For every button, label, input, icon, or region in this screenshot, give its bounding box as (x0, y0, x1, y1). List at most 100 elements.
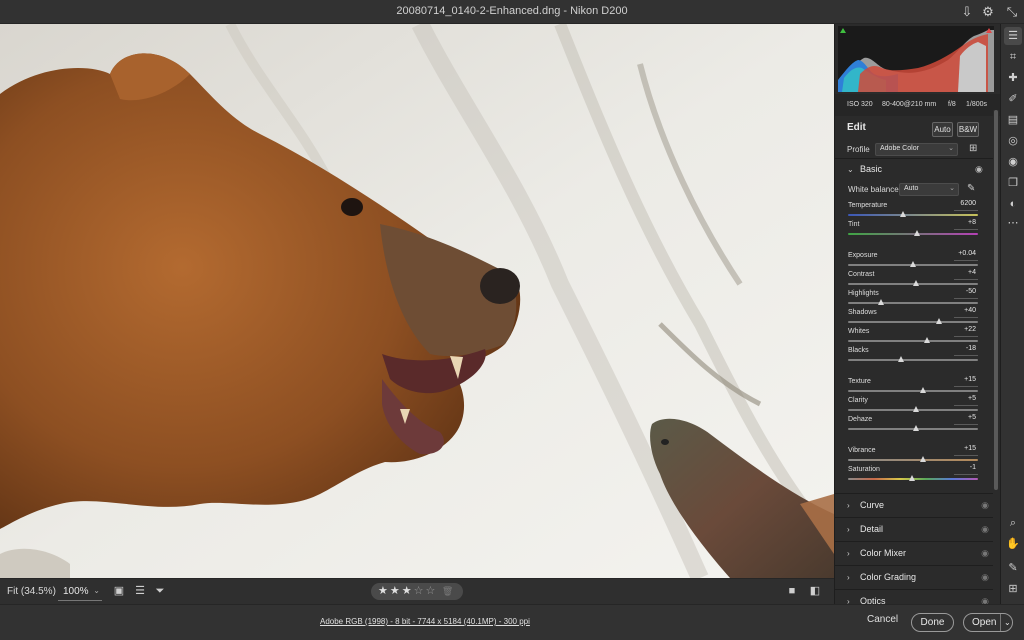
slider-thumb[interactable] (898, 356, 905, 362)
rating-stars[interactable]: ★★★☆☆ 🗑 (371, 583, 463, 600)
chevron-down-icon: ⌄ (949, 185, 955, 192)
exif-info: ISO 320 80-400@210 mm f/8 1/800s (835, 94, 1000, 116)
slider-thumb[interactable] (913, 406, 920, 412)
slider-value-input[interactable]: +5 (954, 395, 978, 406)
eyedropper-icon[interactable]: ✎ (967, 183, 975, 194)
snapshots-icon[interactable]: ❐ (1004, 174, 1022, 192)
slider-thumb[interactable] (913, 425, 920, 431)
brush-icon[interactable]: ✐ (1004, 90, 1022, 108)
star-icon[interactable]: ★ (390, 585, 402, 597)
hand-icon[interactable]: ✋ (1004, 535, 1022, 553)
slider-value-input[interactable]: +22 (954, 326, 978, 337)
auto-button[interactable]: Auto (932, 122, 953, 137)
filter-icon[interactable]: ⏷ (153, 584, 167, 598)
slider-value-input[interactable]: +4 (954, 269, 978, 280)
collapse-icon[interactable]: ⤡ (1003, 3, 1021, 21)
slider-track[interactable] (848, 214, 978, 216)
gear-icon[interactable]: ⚙ (979, 3, 997, 21)
slider-value-input[interactable]: -1 (954, 464, 978, 475)
slider-thumb[interactable] (924, 337, 931, 343)
image-info-icon[interactable]: ▣ (112, 584, 126, 598)
profile-select[interactable]: Adobe Color ⌄ (875, 143, 958, 156)
slider-thumb[interactable] (877, 299, 884, 305)
visibility-eye-icon[interactable]: ◉ (981, 500, 989, 511)
star-outline-icon[interactable]: ☆ (414, 585, 426, 597)
section-basic-header[interactable]: ⌄ Basic ◉ (835, 160, 993, 180)
sort-icon[interactable]: ☰ (133, 584, 147, 598)
edit-header: Edit Auto B&W (835, 116, 1000, 142)
trash-icon[interactable]: 🗑 (437, 586, 455, 596)
visibility-eye-icon[interactable]: ◉ (981, 572, 989, 583)
presets-icon[interactable]: ◐ (1004, 195, 1022, 213)
cancel-button[interactable]: Cancel (867, 614, 898, 625)
bw-button[interactable]: B&W (957, 122, 979, 137)
open-button[interactable]: Open ⌄ (963, 613, 1013, 632)
slider-value-input[interactable]: +8 (954, 219, 978, 230)
zoom-select[interactable]: 100% ⌄ (58, 583, 102, 601)
linear-gradient-icon[interactable]: ▤ (1004, 111, 1022, 129)
slider-value-input[interactable]: +5 (954, 414, 978, 425)
save-icon[interactable]: ⇩ (958, 3, 976, 21)
slider-value-input[interactable]: -50 (954, 288, 978, 299)
grid-icon[interactable]: ⊞ (1004, 580, 1022, 598)
slider-track[interactable] (848, 321, 978, 323)
color-sampler-icon[interactable]: ✎ (1004, 559, 1022, 577)
section-curve[interactable]: › Curve ◉ (835, 493, 993, 517)
slider-thumb[interactable] (919, 387, 926, 393)
slider-blacks[interactable]: Blacks -18 (848, 345, 978, 366)
done-button[interactable]: Done (911, 613, 954, 632)
slider-thumb[interactable] (910, 261, 916, 267)
slider-thumb[interactable] (912, 280, 919, 286)
slider-value-input[interactable]: +15 (954, 376, 978, 387)
star-icon[interactable]: ★ (378, 585, 390, 597)
visibility-eye-icon[interactable]: ◉ (981, 596, 989, 604)
slider-track[interactable] (848, 390, 978, 392)
visibility-eye-icon[interactable]: ◉ (981, 548, 989, 559)
slider-track[interactable] (848, 359, 978, 361)
slider-value-input[interactable]: +40 (954, 307, 978, 318)
profile-browser-icon[interactable]: ⊞ (969, 143, 977, 154)
section-color-grading[interactable]: › Color Grading ◉ (835, 565, 993, 589)
healing-icon[interactable]: ✚ (1004, 69, 1022, 87)
star-icon[interactable]: ★ (402, 585, 414, 597)
slider-tint[interactable]: Tint +8 (848, 219, 978, 240)
star-outline-icon[interactable]: ☆ (426, 585, 438, 597)
section-detail[interactable]: › Detail ◉ (835, 517, 993, 541)
visibility-eye-icon[interactable]: ◉ (975, 164, 983, 175)
exif-iso: ISO 320 (847, 101, 873, 108)
photo-canvas[interactable] (0, 24, 834, 578)
slider-saturation[interactable]: Saturation -1 (848, 464, 978, 485)
visibility-eye-icon[interactable]: ◉ (981, 524, 989, 535)
workflow-options-link[interactable]: Adobe RGB (1998) - 8 bit - 7744 x 5184 (… (320, 617, 530, 626)
slider-value-input[interactable]: -18 (954, 345, 978, 356)
slider-track[interactable] (848, 302, 978, 304)
section-optics[interactable]: › Optics ◉ (835, 589, 993, 604)
slider-value-input[interactable]: +15 (954, 445, 978, 456)
slider-thumb[interactable] (936, 318, 942, 324)
red-eye-icon[interactable]: ◉ (1004, 153, 1022, 171)
slider-thumb[interactable] (919, 456, 926, 462)
scrollbar-thumb[interactable] (994, 110, 998, 490)
crop-icon[interactable]: ⌗ (1004, 48, 1022, 66)
panel-scrollbar[interactable] (993, 110, 999, 604)
more-icon[interactable]: ⋯ (1004, 214, 1022, 232)
slider-dehaze[interactable]: Dehaze +5 (848, 414, 978, 435)
toggle-background-icon[interactable]: ■ (785, 584, 799, 598)
fit-zoom-button[interactable]: Fit (34.5%) (7, 586, 56, 597)
slider-thumb[interactable] (913, 230, 920, 236)
edit-sliders-icon[interactable]: ☰ (1004, 27, 1022, 45)
zoom-icon[interactable]: ⌕ (1004, 514, 1022, 532)
slider-value-input[interactable]: +0.04 (954, 250, 978, 261)
slider-thumb[interactable] (909, 475, 916, 481)
chevron-down-icon[interactable]: ⌄ (1000, 614, 1011, 631)
slider-thumb[interactable] (899, 211, 906, 217)
before-after-icon[interactable]: ◧ (808, 584, 822, 598)
white-balance-select[interactable]: Auto ⌄ (899, 183, 959, 196)
slider-track[interactable] (848, 459, 978, 461)
slider-track[interactable] (848, 340, 978, 342)
edit-title: Edit (847, 122, 866, 133)
slider-value-input[interactable]: 6200 (954, 200, 978, 211)
section-color-mixer[interactable]: › Color Mixer ◉ (835, 541, 993, 565)
slider-label: Shadows (848, 309, 877, 316)
radial-gradient-icon[interactable]: ◎ (1004, 132, 1022, 150)
